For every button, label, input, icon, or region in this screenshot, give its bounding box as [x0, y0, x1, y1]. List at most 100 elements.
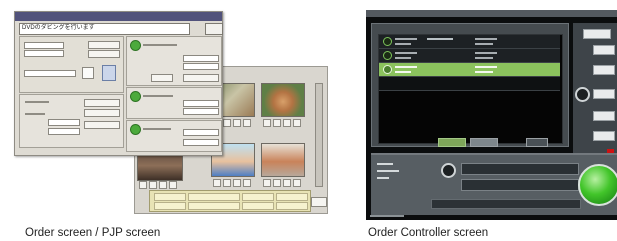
order-row-selected[interactable]	[379, 63, 560, 77]
progress-track	[461, 179, 579, 191]
row-text	[395, 38, 417, 40]
thumbnail-controls	[213, 179, 251, 187]
window-titlebar	[15, 12, 222, 21]
order-field[interactable]	[24, 42, 64, 49]
summary-cell	[188, 193, 240, 201]
thumb-button[interactable]	[159, 181, 167, 189]
summary-cell	[242, 193, 274, 201]
thumb-button[interactable]	[283, 179, 291, 187]
side-button[interactable]	[593, 65, 615, 75]
controller-button[interactable]	[470, 138, 498, 147]
option-button[interactable]	[84, 121, 120, 129]
summary-cell	[242, 202, 274, 210]
label-line	[143, 128, 171, 130]
order-screen: DVDのダビングを行います	[14, 11, 223, 156]
thumb-button[interactable]	[139, 181, 147, 189]
scrollbar[interactable]	[315, 83, 323, 187]
service-check-icon[interactable]	[130, 124, 141, 135]
thumb-button[interactable]	[233, 179, 241, 187]
side-button[interactable]	[593, 131, 615, 141]
side-button[interactable]	[583, 29, 611, 39]
controller-button[interactable]	[526, 138, 548, 147]
thumb-button[interactable]	[149, 181, 157, 189]
order-queue-panel	[371, 23, 569, 147]
label-line	[143, 44, 177, 46]
quantity-field[interactable]	[183, 139, 219, 146]
photo-thumbnail[interactable]	[261, 83, 305, 117]
order-field[interactable]	[48, 119, 80, 126]
thumb-button[interactable]	[293, 179, 301, 187]
thumb-button[interactable]	[233, 119, 241, 127]
label-line	[25, 113, 45, 115]
row-text	[427, 38, 453, 40]
quantity-field[interactable]	[183, 129, 219, 136]
option-button[interactable]	[151, 74, 173, 82]
left-screenshot-group: DVDのダビングを行います	[0, 0, 340, 225]
thumbnail-controls	[263, 119, 301, 127]
right-caption: Order Controller screen	[368, 227, 489, 239]
thumb-button[interactable]	[213, 179, 221, 187]
side-button[interactable]	[593, 111, 615, 121]
order-field[interactable]	[24, 70, 76, 77]
left-caption: Order screen / PJP screen	[25, 227, 161, 239]
option-button[interactable]	[84, 99, 120, 107]
status-text	[377, 170, 399, 172]
start-button[interactable]	[578, 164, 617, 206]
quantity-field[interactable]	[183, 55, 219, 62]
order-options-panel	[19, 94, 124, 148]
thumb-button[interactable]	[243, 119, 251, 127]
summary-cell	[188, 202, 240, 210]
footer-bar	[431, 199, 581, 209]
order-row[interactable]	[379, 35, 560, 49]
order-field[interactable]	[48, 128, 80, 135]
thumbnail-controls	[263, 179, 301, 187]
order-row[interactable]	[379, 77, 560, 91]
order-status-icon	[383, 37, 392, 46]
thumb-button[interactable]	[169, 181, 177, 189]
status-text	[377, 177, 389, 179]
thumb-button[interactable]	[223, 119, 231, 127]
thumb-button[interactable]	[263, 179, 271, 187]
thumb-button[interactable]	[273, 179, 281, 187]
thumbnail-controls	[139, 181, 177, 189]
quantity-field[interactable]	[183, 100, 219, 107]
thumb-button[interactable]	[293, 119, 301, 127]
media-icon[interactable]	[102, 65, 116, 81]
media-icon[interactable]	[82, 67, 94, 79]
order-top-button[interactable]	[205, 23, 223, 35]
row-text	[475, 66, 497, 68]
controller-button[interactable]	[438, 138, 466, 147]
select-button[interactable]	[88, 50, 120, 58]
row-text	[475, 71, 493, 73]
order-text-field[interactable]: DVDのダビングを行います	[19, 23, 190, 35]
thumb-button[interactable]	[223, 179, 231, 187]
order-field[interactable]	[24, 50, 64, 57]
thumb-button[interactable]	[263, 119, 271, 127]
progress-dial	[441, 163, 456, 178]
photo-thumbnail[interactable]	[261, 143, 305, 177]
option-button[interactable]	[183, 74, 219, 82]
thumb-button[interactable]	[273, 119, 281, 127]
pjp-ok-button[interactable]	[311, 197, 327, 207]
thumb-button[interactable]	[283, 119, 291, 127]
row-text	[395, 52, 417, 54]
service-panel	[126, 36, 222, 86]
quantity-field[interactable]	[183, 63, 219, 70]
status-bar-text	[370, 215, 404, 217]
service-check-icon[interactable]	[130, 91, 141, 102]
quantity-field[interactable]	[183, 108, 219, 115]
progress-track	[461, 163, 579, 175]
select-button[interactable]	[88, 41, 120, 49]
window-titlebar	[366, 10, 617, 17]
service-check-icon[interactable]	[130, 40, 141, 51]
dial-knob[interactable]	[575, 87, 590, 102]
side-button[interactable]	[593, 45, 615, 55]
row-text	[475, 43, 493, 45]
order-info-panel	[19, 36, 124, 93]
order-row[interactable]	[379, 49, 560, 63]
status-text	[377, 163, 393, 165]
side-button[interactable]	[593, 89, 615, 99]
thumb-button[interactable]	[243, 179, 251, 187]
service-panel	[126, 87, 222, 119]
option-button[interactable]	[84, 109, 120, 117]
